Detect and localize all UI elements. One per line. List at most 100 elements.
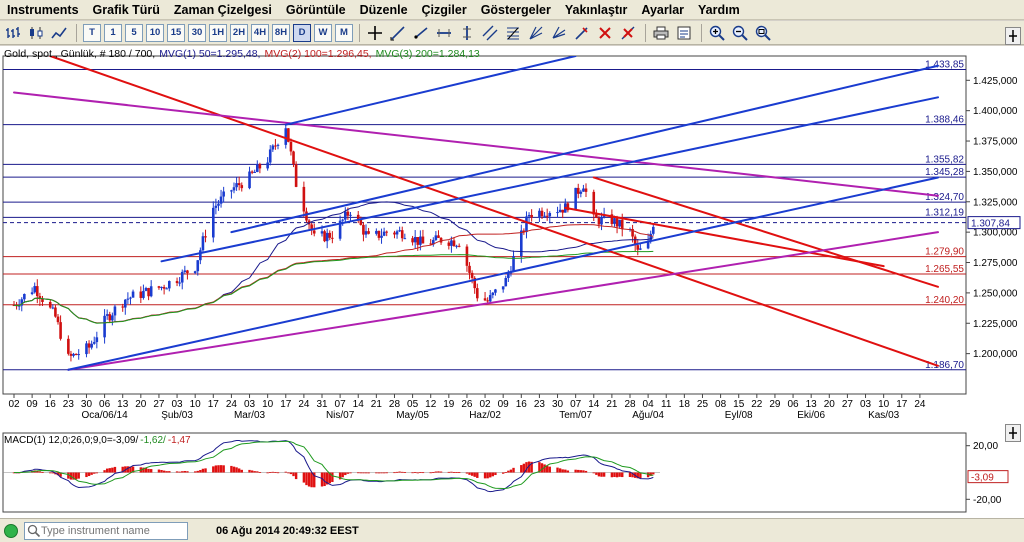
timeframe-daily-button[interactable]: D (293, 23, 311, 42)
timeframe-15m-button[interactable]: 15 (167, 23, 185, 42)
macd-info-line: MACD(1) 12,0;26,0;9,0=-3,09/-1,62/-1,47 (4, 435, 193, 446)
candle-body (162, 286, 166, 289)
macd-histogram-bar (230, 465, 233, 473)
candle-body (620, 219, 624, 230)
crosshair-icon[interactable] (366, 24, 384, 42)
candle-body (457, 245, 461, 247)
menu-view[interactable]: Görüntüle (279, 0, 353, 20)
macd-histogram-bar (74, 472, 78, 480)
macd-histogram-bar (628, 472, 632, 477)
candle-body (126, 298, 130, 300)
candle-body (346, 211, 350, 216)
date-tick-label: 24 (914, 399, 926, 410)
month-label: Eki/06 (797, 410, 825, 421)
menu-chart-type[interactable]: Grafik Türü (86, 0, 167, 20)
candle-body (48, 301, 52, 308)
timeframe-30m-button[interactable]: 30 (188, 23, 206, 42)
andrews-pitchfork-icon[interactable] (550, 24, 568, 42)
macd-histogram-bar (491, 472, 495, 477)
zoom-in-icon[interactable] (708, 24, 726, 42)
macd-histogram-bar (507, 470, 510, 473)
zoom-out-icon[interactable] (731, 24, 749, 42)
timeframe-monthly-button[interactable]: M (335, 23, 353, 42)
candle-body (186, 270, 189, 274)
candle-body (258, 164, 262, 169)
print-icon[interactable] (652, 24, 670, 42)
menu-indicators[interactable]: Göstergeler (474, 0, 558, 20)
draw-trendline-icon[interactable] (389, 24, 407, 42)
level-label: 1.345,28 (925, 167, 964, 178)
candle-body (455, 245, 458, 247)
macd-histogram-bar (346, 472, 350, 474)
macd-histogram-bar (432, 472, 435, 473)
menu-settings[interactable]: Ayarlar (634, 0, 691, 20)
candle-body (268, 149, 272, 163)
date-tick-label: 09 (498, 399, 510, 410)
channel-icon[interactable] (481, 24, 499, 42)
macd-histogram-bar (393, 472, 396, 474)
horizontal-line-icon[interactable] (435, 24, 453, 42)
macd-histogram-bar (398, 471, 401, 473)
macd-histogram-bar (93, 472, 96, 474)
macd-histogram-bar (486, 472, 489, 479)
candle-body (504, 278, 508, 287)
date-tick-label: 21 (606, 399, 618, 410)
candle-body (196, 260, 200, 272)
candle-body (121, 306, 125, 308)
menu-help[interactable]: Yardım (691, 0, 747, 20)
macd-histogram-bar (597, 472, 601, 477)
candle-body (255, 164, 259, 172)
vertical-line-icon[interactable] (458, 24, 476, 42)
candle-body (450, 240, 453, 246)
timeframe-1h-button[interactable]: 1H (209, 23, 227, 42)
delete-all-lines-icon[interactable] (619, 24, 637, 42)
fibonacci-icon[interactable] (504, 24, 522, 42)
menu-timeframe[interactable]: Zaman Çizelgesi (167, 0, 279, 20)
macd-properties-button[interactable] (1005, 424, 1021, 442)
month-label: Mar/03 (234, 410, 266, 421)
macd-histogram-bar (237, 468, 241, 473)
macd-histogram-bar (160, 469, 163, 473)
gann-icon[interactable] (527, 24, 545, 42)
month-label: Şub/03 (161, 410, 193, 421)
edit-line-icon[interactable] (573, 24, 591, 42)
timeframe-5m-button[interactable]: 5 (125, 23, 143, 42)
candlestick-icon[interactable] (27, 24, 45, 42)
zoom-fit-icon[interactable] (754, 24, 772, 42)
timeframe-10m-button[interactable]: 10 (146, 23, 164, 42)
timeframe-1m-button[interactable]: 1 (104, 23, 122, 42)
timeframe-weekly-button[interactable]: W (314, 23, 332, 42)
chart-properties-button[interactable] (1005, 27, 1021, 45)
timeframe-2h-button[interactable]: 2H (230, 23, 248, 42)
delete-line-icon[interactable] (596, 24, 614, 42)
timeframe-4h-button[interactable]: 4H (251, 23, 269, 42)
menu-edit[interactable]: Düzenle (353, 0, 415, 20)
price-chart[interactable]: 1.425,000 1.400,000 1.375,000 1.350,000 1.32… (0, 46, 1024, 518)
macd-histogram-bar (253, 471, 256, 473)
timeframe-8h-button[interactable]: 8H (272, 23, 290, 42)
bar-chart-icon[interactable] (4, 24, 22, 42)
draw-ray-icon[interactable] (412, 24, 430, 42)
instrument-search-input[interactable] (41, 524, 181, 537)
instrument-search-box[interactable] (24, 521, 188, 540)
date-tick-label: 17 (896, 399, 908, 410)
macd-histogram-bar (455, 472, 458, 473)
macd-histogram-bar (401, 471, 404, 473)
template-icon[interactable] (675, 24, 693, 42)
macd-histogram-bar (232, 466, 236, 473)
macd-histogram-bar (457, 472, 461, 474)
menu-zoom[interactable]: Yakınlaştır (558, 0, 635, 20)
line-chart-icon[interactable] (50, 24, 68, 42)
price-axis-label: 1.200,000 (973, 349, 1018, 360)
macd-histogram-bar (250, 470, 254, 473)
menu-instruments[interactable]: Instruments (0, 0, 86, 20)
chart-area[interactable]: 1.425,000 1.400,000 1.375,000 1.350,000 1.32… (0, 27, 1024, 518)
menu-lines[interactable]: Çizgiler (415, 0, 474, 20)
timeframe-tick-button[interactable]: T (83, 23, 101, 42)
macd-histogram-bar (111, 467, 114, 473)
level-label: 1.388,46 (925, 115, 964, 126)
macd-histogram-bar (258, 472, 262, 473)
candle-body (331, 237, 334, 239)
toolbar-separator (76, 23, 77, 42)
date-tick-label: 18 (679, 399, 691, 410)
